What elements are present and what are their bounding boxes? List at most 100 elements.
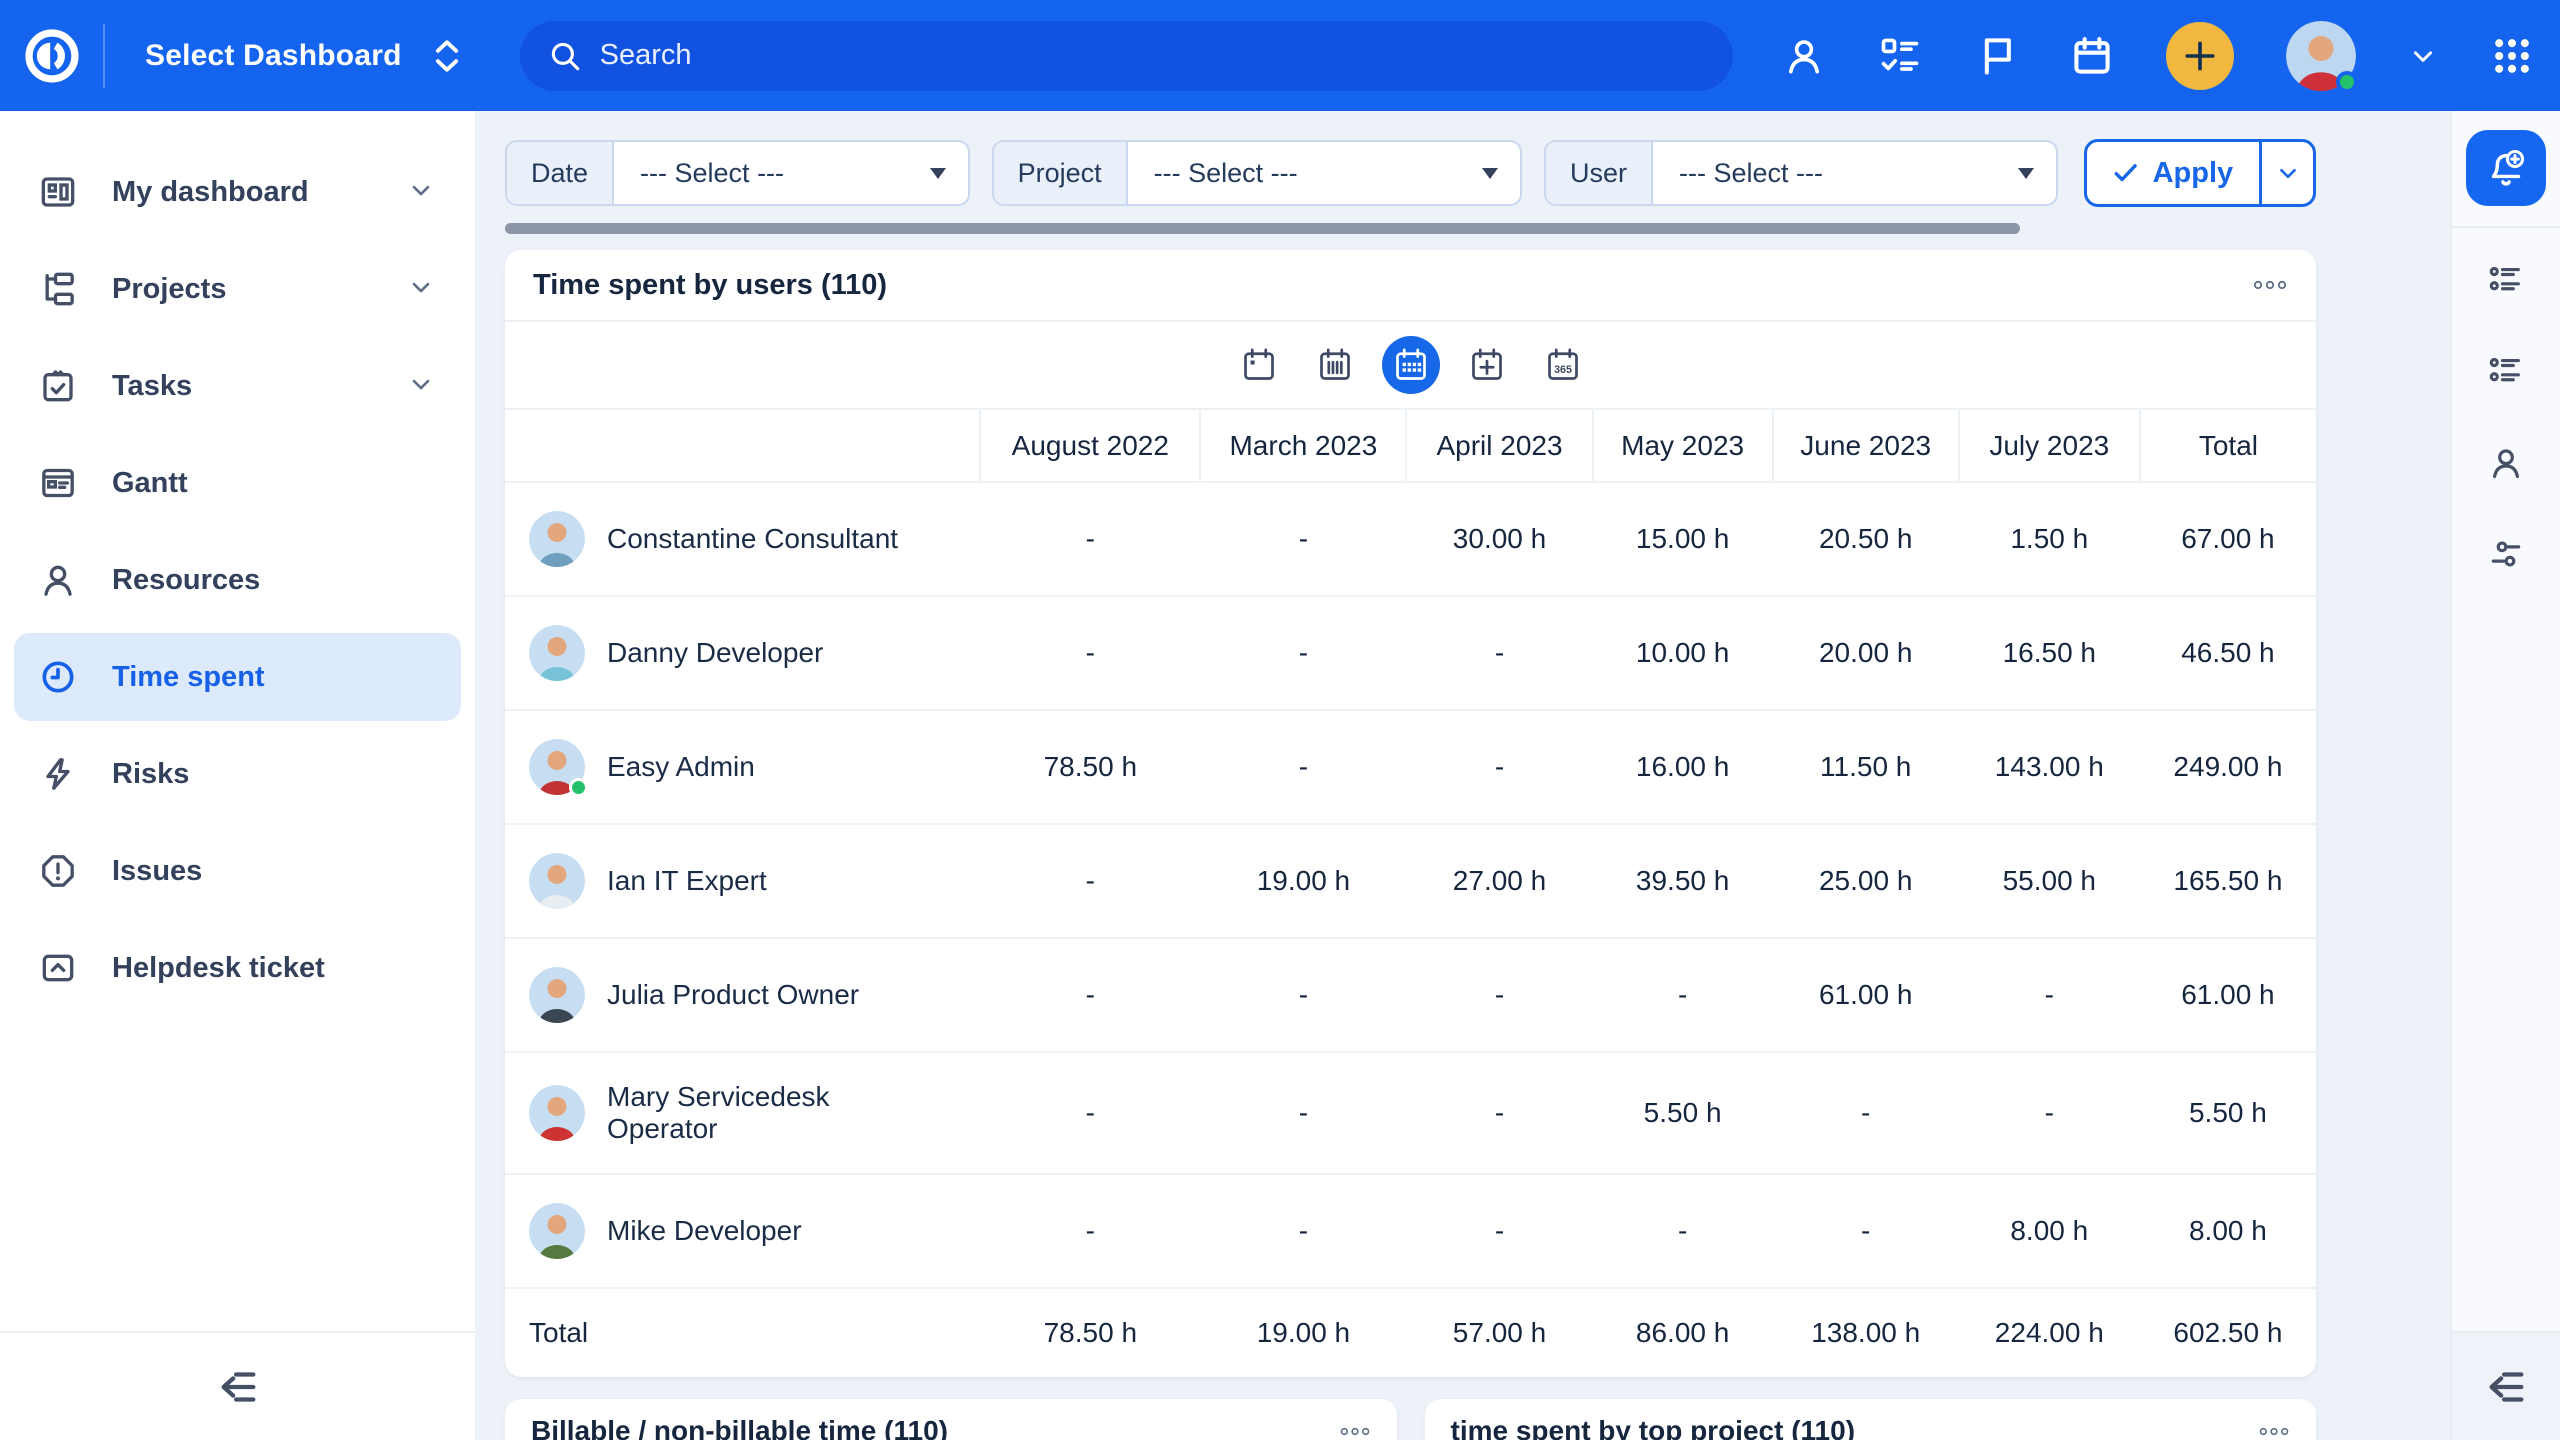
- sidebar-item-resources[interactable]: Resources: [14, 536, 461, 624]
- apps-grid-icon[interactable]: [2490, 34, 2534, 78]
- apply-button-label: Apply: [2153, 157, 2234, 190]
- table-row: Mike Developer - - - - - 8.00 h 8.00 h: [505, 1174, 2316, 1288]
- avatar-chevron-down-icon[interactable]: [2408, 41, 2438, 71]
- date-filter-value: --- Select ---: [640, 158, 784, 189]
- user-cell[interactable]: Mike Developer: [505, 1174, 980, 1288]
- rail-icon-column: [2487, 262, 2525, 573]
- collapse-rail-icon[interactable]: [2483, 1364, 2529, 1410]
- horizontal-scrollbar: [505, 223, 2316, 234]
- view-year-button[interactable]: 365: [1534, 336, 1592, 394]
- apply-button[interactable]: Apply: [2087, 142, 2260, 204]
- dashboard-selector[interactable]: Select Dashboard: [145, 39, 462, 73]
- header-divider: [103, 24, 105, 88]
- settings-sliders-icon[interactable]: [2487, 535, 2525, 573]
- user-cell[interactable]: Danny Developer: [505, 596, 980, 710]
- user-cell[interactable]: Constantine Consultant: [505, 482, 980, 596]
- sidebar-item-my-dashboard[interactable]: My dashboard: [14, 148, 461, 236]
- apply-dropdown-button[interactable]: [2259, 142, 2313, 204]
- online-indicator: [569, 778, 588, 797]
- person-icon[interactable]: [2487, 444, 2525, 482]
- flag-icon[interactable]: [1974, 34, 2018, 78]
- projects-icon: [38, 269, 78, 309]
- time-cell: 61.00 h: [2140, 938, 2316, 1052]
- column-header[interactable]: April 2023: [1406, 409, 1592, 482]
- project-filter-select[interactable]: --- Select ---: [1128, 142, 1520, 204]
- time-cell: -: [1200, 596, 1406, 710]
- table-row: Julia Product Owner - - - - 61.00 h - 61…: [505, 938, 2316, 1052]
- time-cell: -: [1593, 938, 1773, 1052]
- avatar: [529, 853, 585, 909]
- kebab-menu-icon: [2252, 279, 2288, 291]
- column-header[interactable]: August 2022: [980, 409, 1200, 482]
- app-root: Select Dashboard: [0, 0, 2560, 1440]
- user-cell[interactable]: Ian IT Expert: [505, 824, 980, 938]
- scrollbar-thumb[interactable]: [505, 223, 2020, 234]
- view-quarter-button[interactable]: [1458, 336, 1516, 394]
- sidebar-item-projects[interactable]: Projects: [14, 245, 461, 333]
- sidebar-item-label: Resources: [112, 564, 260, 597]
- user-filter-select[interactable]: --- Select ---: [1653, 142, 2056, 204]
- add-new-button[interactable]: [2166, 22, 2234, 90]
- notification-bell-add-button[interactable]: [2466, 130, 2546, 206]
- sidebar-item-time-spent[interactable]: Time spent: [14, 633, 461, 721]
- app-logo-icon[interactable]: [23, 27, 81, 85]
- sidebar-item-gantt[interactable]: Gantt: [14, 439, 461, 527]
- column-header[interactable]: July 2023: [1959, 409, 2140, 482]
- sidebar-item-risks[interactable]: Risks: [14, 730, 461, 818]
- table-row: Easy Admin 78.50 h - - 16.00 h 11.50 h 1…: [505, 710, 2316, 824]
- column-header-user: [505, 409, 980, 482]
- avatar: [529, 1203, 585, 1259]
- plus-icon: [2182, 38, 2218, 74]
- panel-menu-button[interactable]: [2252, 279, 2288, 291]
- time-spent-table: August 2022 March 2023 April 2023 May 20…: [505, 408, 2316, 1377]
- user-cell[interactable]: Easy Admin: [505, 710, 980, 824]
- date-filter-select[interactable]: --- Select ---: [614, 142, 968, 204]
- panel-menu-button[interactable]: [2258, 1426, 2290, 1437]
- user-cell[interactable]: Julia Product Owner: [505, 938, 980, 1052]
- user-cell[interactable]: Mary Servicedesk Operator: [505, 1052, 980, 1174]
- sidebar-item-label: Gantt: [112, 467, 188, 500]
- view-month-button[interactable]: [1382, 336, 1440, 394]
- sidebar-item-issues[interactable]: Issues: [14, 827, 461, 915]
- user-name: Constantine Consultant: [607, 523, 898, 555]
- column-header[interactable]: May 2023: [1593, 409, 1773, 482]
- collapse-sidebar-icon[interactable]: [215, 1364, 261, 1410]
- time-cell: -: [1406, 1052, 1592, 1174]
- panel-title: Time spent by users (110): [533, 269, 887, 302]
- apply-split-button: Apply: [2084, 139, 2316, 207]
- profile-icon[interactable]: [1782, 34, 1826, 78]
- column-header[interactable]: March 2023: [1200, 409, 1406, 482]
- column-header[interactable]: Total: [2140, 409, 2316, 482]
- panel-menu-button[interactable]: [1339, 1426, 1371, 1437]
- gantt-icon: [38, 463, 78, 503]
- search-bar[interactable]: [520, 21, 1733, 91]
- box-arrow-up-icon: [38, 948, 78, 988]
- calendar-icon[interactable]: [2070, 34, 2114, 78]
- list-filter-icon[interactable]: [2487, 262, 2525, 300]
- svg-text:365: 365: [1554, 364, 1572, 376]
- sidebar-item-tasks[interactable]: Tasks: [14, 342, 461, 430]
- avatar: [529, 967, 585, 1023]
- time-cell: 20.00 h: [1773, 596, 1959, 710]
- column-header[interactable]: June 2023: [1773, 409, 1959, 482]
- time-cell: 30.00 h: [1406, 482, 1592, 596]
- avatar: [529, 739, 585, 795]
- panel-header: Time spent by users (110): [505, 250, 2316, 322]
- view-day-button[interactable]: [1230, 336, 1288, 394]
- list-detail-icon[interactable]: [2487, 353, 2525, 391]
- time-cell: 16.50 h: [1959, 596, 2140, 710]
- tasks-checklist-icon[interactable]: [1878, 34, 1922, 78]
- calendar-year-icon: 365: [1545, 347, 1581, 383]
- time-cell: -: [1959, 1052, 2140, 1174]
- time-cell: 20.50 h: [1773, 482, 1959, 596]
- search-input[interactable]: [600, 39, 1705, 72]
- user-avatar[interactable]: [2286, 21, 2356, 91]
- view-week-button[interactable]: [1306, 336, 1364, 394]
- time-cell: 1.50 h: [1959, 482, 2140, 596]
- time-cell: 8.00 h: [2140, 1174, 2316, 1288]
- sidebar-item-helpdesk-ticket[interactable]: Helpdesk ticket: [14, 924, 461, 1012]
- time-cell: -: [980, 824, 1200, 938]
- chevron-down-icon: [407, 370, 435, 403]
- check-icon: [2113, 161, 2139, 185]
- alert-octagon-icon: [38, 851, 78, 891]
